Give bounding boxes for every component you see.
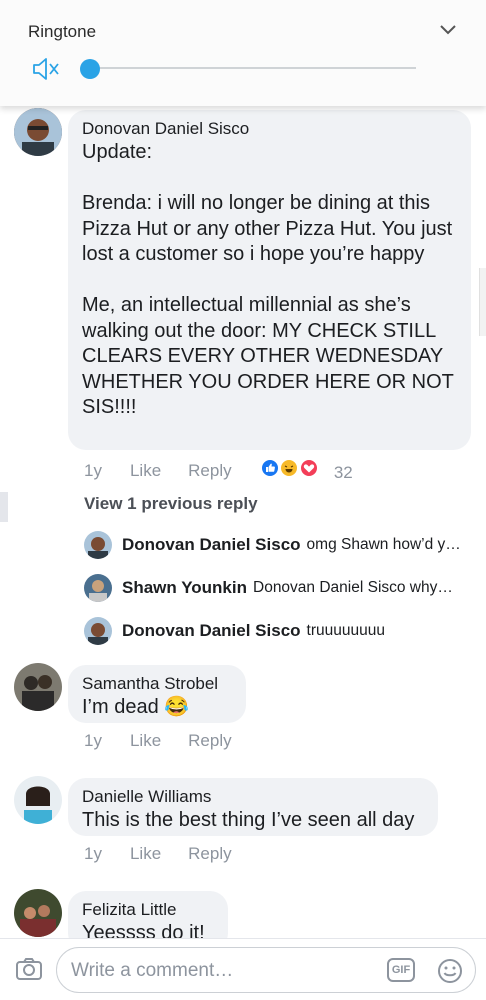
comment-author[interactable]: Samantha Strobel bbox=[82, 673, 232, 695]
comment-actions: 1y Like Reply bbox=[84, 731, 232, 751]
reply-author[interactable]: Donovan Daniel Sisco bbox=[122, 621, 301, 641]
reply-snippet: truuuuuuuu bbox=[306, 622, 385, 639]
comment-bubble[interactable]: Samantha Strobel I’m dead 😂 bbox=[68, 665, 246, 723]
reply-snippet: Donovan Daniel Sisco why… bbox=[253, 579, 453, 596]
haha-reaction-icon bbox=[279, 458, 300, 478]
comment-text: I’m dead 😂 bbox=[82, 696, 190, 718]
avatar[interactable] bbox=[14, 108, 62, 156]
comment-age: 1y bbox=[84, 460, 102, 480]
reaction-count: 32 bbox=[333, 463, 353, 482]
scroll-marker bbox=[0, 492, 8, 522]
ringtone-volume-panel: Ringtone bbox=[0, 0, 486, 106]
comment-composer: Write a comment… GIF bbox=[0, 938, 486, 1000]
view-previous-replies-link[interactable]: View 1 previous reply bbox=[84, 494, 258, 514]
reply-snippet: omg Shawn how’d y… bbox=[306, 536, 461, 553]
reply-button[interactable]: Reply bbox=[188, 461, 231, 481]
avatar[interactable] bbox=[84, 617, 112, 645]
mute-icon[interactable] bbox=[32, 56, 62, 87]
love-reaction-icon bbox=[299, 458, 320, 478]
comment-author[interactable]: Donovan Daniel Sisco bbox=[82, 118, 457, 140]
comment-input-placeholder: Write a comment… bbox=[71, 960, 234, 981]
comment-bubble[interactable]: Danielle Williams This is the best thing… bbox=[68, 778, 438, 836]
volume-slider-track[interactable] bbox=[92, 67, 416, 69]
gif-icon[interactable]: GIF bbox=[387, 958, 415, 982]
comment-author[interactable]: Danielle Williams bbox=[82, 786, 424, 808]
comment-author[interactable]: Felizita Little bbox=[82, 899, 214, 921]
like-reaction-icon bbox=[259, 458, 280, 478]
reply-item[interactable]: Shawn Younkin Donovan Daniel Sisco why… bbox=[84, 574, 453, 602]
comment-text: This is the best thing I’ve seen all day bbox=[82, 809, 415, 831]
emoji-icon[interactable] bbox=[436, 957, 464, 990]
reply-author[interactable]: Donovan Daniel Sisco bbox=[122, 535, 301, 555]
avatar[interactable] bbox=[84, 531, 112, 559]
avatar[interactable] bbox=[84, 574, 112, 602]
comment-bubble[interactable]: Donovan Daniel Sisco Update: Brenda: i w… bbox=[68, 110, 471, 450]
avatar[interactable] bbox=[14, 663, 62, 711]
avatar[interactable] bbox=[14, 889, 62, 937]
like-button[interactable]: Like bbox=[130, 731, 161, 751]
comment-actions: 1y Like Reply bbox=[84, 844, 232, 864]
scrollbar[interactable] bbox=[479, 268, 486, 336]
reply-author[interactable]: Shawn Younkin bbox=[122, 578, 247, 598]
like-button[interactable]: Like bbox=[130, 461, 161, 481]
reply-button[interactable]: Reply bbox=[188, 844, 231, 864]
volume-slider-handle[interactable] bbox=[80, 59, 100, 79]
reply-item[interactable]: Donovan Daniel Sisco truuuuuuuu bbox=[84, 617, 385, 645]
camera-icon[interactable] bbox=[15, 957, 43, 986]
comment-text: Update: Brenda: i will no longer be dini… bbox=[82, 141, 454, 418]
comment-age: 1y bbox=[84, 731, 102, 750]
reply-button[interactable]: Reply bbox=[188, 731, 231, 751]
reactions[interactable]: 32 bbox=[259, 458, 353, 483]
ringtone-title: Ringtone bbox=[28, 22, 97, 41]
chevron-down-icon[interactable] bbox=[438, 22, 458, 43]
comment-input[interactable]: Write a comment… GIF bbox=[56, 947, 476, 993]
avatar[interactable] bbox=[14, 776, 62, 824]
like-button[interactable]: Like bbox=[130, 844, 161, 864]
comment-actions: 1y Like Reply 32 bbox=[84, 458, 353, 483]
comment-feed: Donovan Daniel Sisco Update: Brenda: i w… bbox=[0, 0, 486, 951]
reply-item[interactable]: Donovan Daniel Sisco omg Shawn how’d y… bbox=[84, 531, 461, 559]
comment-age: 1y bbox=[84, 844, 102, 863]
